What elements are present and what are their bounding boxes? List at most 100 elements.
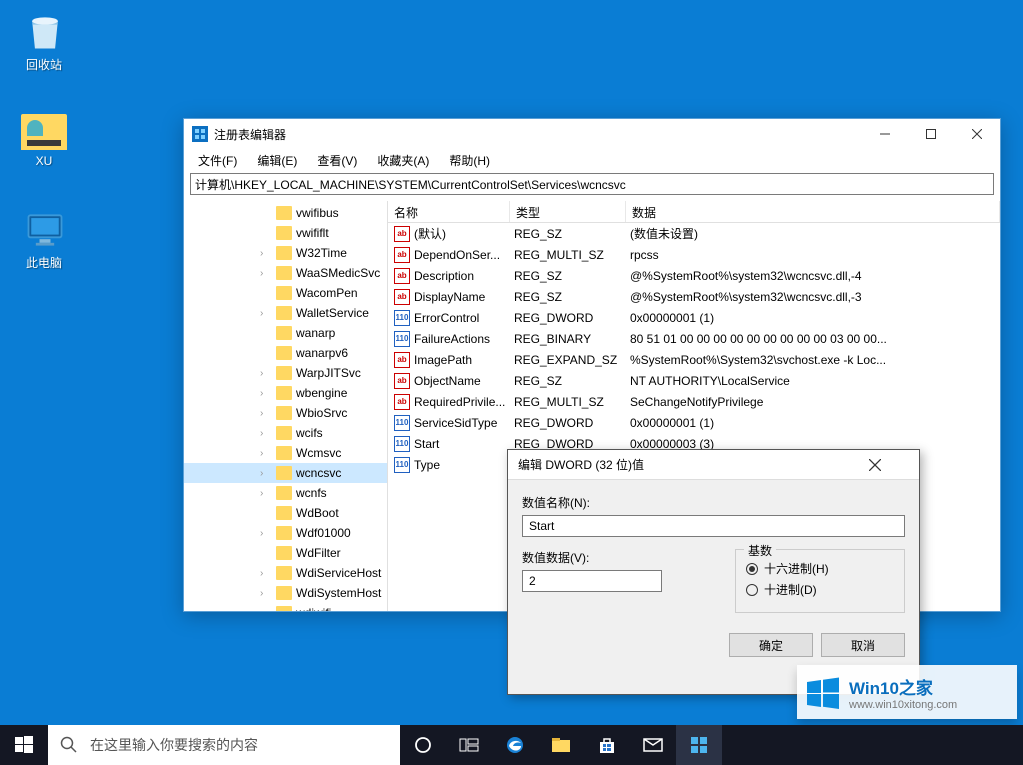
recycle-bin-icon[interactable]: 回收站 xyxy=(6,10,82,73)
column-name[interactable]: 名称 xyxy=(388,201,510,222)
task-view-button[interactable] xyxy=(446,725,492,765)
regedit-taskbar-icon[interactable] xyxy=(676,725,722,765)
tree-item-wdf01000[interactable]: ›Wdf01000 xyxy=(184,523,387,543)
tree-item-wcncsvc[interactable]: ›wcncsvc xyxy=(184,463,387,483)
maximize-button[interactable] xyxy=(908,119,954,149)
window-title: 注册表编辑器 xyxy=(214,126,862,143)
tree-item-label: vwififlt xyxy=(296,226,329,240)
folder-icon xyxy=(276,606,292,611)
tree-item-wbiosrvc[interactable]: ›WbioSrvc xyxy=(184,403,387,423)
tree-item-w32time[interactable]: ›W32Time xyxy=(184,243,387,263)
close-button[interactable] xyxy=(954,119,1000,149)
tree-item-wdiwifi[interactable]: wdiwifi xyxy=(184,603,387,611)
value-type-icon: ab xyxy=(394,268,410,284)
value-row[interactable]: abImagePathREG_EXPAND_SZ%SystemRoot%\Sys… xyxy=(388,349,1000,370)
folder-icon xyxy=(276,446,292,460)
column-type[interactable]: 类型 xyxy=(510,201,626,222)
tree-item-wacompen[interactable]: WacomPen xyxy=(184,283,387,303)
folder-icon xyxy=(276,486,292,500)
tree-item-vwififlt[interactable]: vwififlt xyxy=(184,223,387,243)
tree-item-vwifibus[interactable]: vwifibus xyxy=(184,203,387,223)
chevron-icon: › xyxy=(260,368,270,379)
column-data[interactable]: 数据 xyxy=(626,201,1000,222)
folder-icon xyxy=(276,326,292,340)
store-icon[interactable] xyxy=(584,725,630,765)
folder-icon xyxy=(276,466,292,480)
dialog-titlebar[interactable]: 编辑 DWORD (32 位)值 xyxy=(508,450,919,480)
file-explorer-icon[interactable] xyxy=(538,725,584,765)
value-row[interactable]: 110ErrorControlREG_DWORD0x00000001 (1) xyxy=(388,307,1000,328)
dialog-title: 编辑 DWORD (32 位)值 xyxy=(518,456,869,473)
value-data: (数值未设置) xyxy=(630,225,994,242)
tree-item-wdiservicehost[interactable]: ›WdiServiceHost xyxy=(184,563,387,583)
value-row[interactable]: abObjectNameREG_SZNT AUTHORITY\LocalServ… xyxy=(388,370,1000,391)
desktop-icon-label: 回收站 xyxy=(6,56,82,73)
minimize-button[interactable] xyxy=(862,119,908,149)
value-row[interactable]: ab(默认)REG_SZ(数值未设置) xyxy=(388,223,1000,244)
folder-icon xyxy=(276,226,292,240)
tree-item-label: wcncsvc xyxy=(296,466,341,480)
window-titlebar[interactable]: 注册表编辑器 xyxy=(184,119,1000,149)
value-row[interactable]: 110FailureActionsREG_BINARY80 51 01 00 0… xyxy=(388,328,1000,349)
tree-item-label: WarpJITSvc xyxy=(296,366,361,380)
folder-xu-icon[interactable]: XU xyxy=(6,108,82,168)
dialog-close-button[interactable] xyxy=(869,459,909,471)
registry-tree[interactable]: vwifibus vwififlt ›W32Time›WaaSMedicSvcWac… xyxy=(184,201,388,611)
cortana-button[interactable] xyxy=(400,725,446,765)
cancel-button[interactable]: 取消 xyxy=(821,633,905,657)
chevron-icon: › xyxy=(260,268,270,279)
value-name-input[interactable] xyxy=(522,515,905,537)
list-header: 名称 类型 数据 xyxy=(388,201,1000,223)
value-type-icon: 110 xyxy=(394,415,410,431)
start-button[interactable] xyxy=(0,725,48,765)
value-type-icon: 110 xyxy=(394,331,410,347)
menu-edit[interactable]: 编辑(E) xyxy=(249,150,305,171)
menu-help[interactable]: 帮助(H) xyxy=(441,150,498,171)
value-row[interactable]: abDependOnSer...REG_MULTI_SZrpcss xyxy=(388,244,1000,265)
value-row[interactable]: abDescriptionREG_SZ@%SystemRoot%\system3… xyxy=(388,265,1000,286)
folder-icon xyxy=(276,206,292,220)
value-data-input[interactable] xyxy=(522,570,662,592)
tree-item-label: WdBoot xyxy=(296,506,339,520)
value-type-icon: ab xyxy=(394,247,410,263)
tree-item-wcmsvc[interactable]: ›Wcmsvc xyxy=(184,443,387,463)
regedit-app-icon xyxy=(192,126,208,142)
tree-item-label: WdiServiceHost xyxy=(296,566,381,580)
menu-view[interactable]: 查看(V) xyxy=(309,150,365,171)
tree-item-wbengine[interactable]: ›wbengine xyxy=(184,383,387,403)
monitor-icon xyxy=(23,208,65,250)
value-type-icon: 110 xyxy=(394,310,410,326)
edge-icon[interactable] xyxy=(492,725,538,765)
tree-item-wcnfs[interactable]: ›wcnfs xyxy=(184,483,387,503)
value-name: DependOnSer... xyxy=(414,248,514,262)
value-data: 0x00000001 (1) xyxy=(630,311,994,325)
menu-file[interactable]: 文件(F) xyxy=(190,150,245,171)
tree-item-walletservice[interactable]: ›WalletService xyxy=(184,303,387,323)
tree-item-wcifs[interactable]: ›wcifs xyxy=(184,423,387,443)
value-type-icon: 110 xyxy=(394,457,410,473)
address-bar[interactable]: 计算机\HKEY_LOCAL_MACHINE\SYSTEM\CurrentCon… xyxy=(190,173,994,195)
radio-hex[interactable]: 十六进制(H) xyxy=(746,560,894,577)
tree-item-waasmedicsvc[interactable]: ›WaaSMedicSvc xyxy=(184,263,387,283)
ok-button[interactable]: 确定 xyxy=(729,633,813,657)
folder-icon xyxy=(276,346,292,360)
this-pc-icon[interactable]: 此电脑 xyxy=(6,208,82,271)
tree-item-wanarpv6[interactable]: wanarpv6 xyxy=(184,343,387,363)
value-type: REG_MULTI_SZ xyxy=(514,248,630,262)
value-type: REG_SZ xyxy=(514,290,630,304)
radio-dec[interactable]: 十进制(D) xyxy=(746,581,894,598)
value-row[interactable]: abDisplayNameREG_SZ@%SystemRoot%\system3… xyxy=(388,286,1000,307)
value-data: %SystemRoot%\System32\svchost.exe -k Loc… xyxy=(630,353,994,367)
tree-item-warpjitsvc[interactable]: › WarpJITSvc xyxy=(184,363,387,383)
tree-item-wdfilter[interactable]: WdFilter xyxy=(184,543,387,563)
tree-item-wanarp[interactable]: wanarp xyxy=(184,323,387,343)
tree-item-wdboot[interactable]: WdBoot xyxy=(184,503,387,523)
mail-icon[interactable] xyxy=(630,725,676,765)
value-row[interactable]: 110ServiceSidTypeREG_DWORD0x00000001 (1) xyxy=(388,412,1000,433)
value-name: DisplayName xyxy=(414,290,514,304)
tree-item-label: WalletService xyxy=(296,306,369,320)
menu-fav[interactable]: 收藏夹(A) xyxy=(369,150,437,171)
tree-item-wdisystemhost[interactable]: ›WdiSystemHost xyxy=(184,583,387,603)
value-row[interactable]: abRequiredPrivile...REG_MULTI_SZSeChange… xyxy=(388,391,1000,412)
taskbar-search[interactable]: 在这里输入你要搜索的内容 xyxy=(48,725,400,765)
